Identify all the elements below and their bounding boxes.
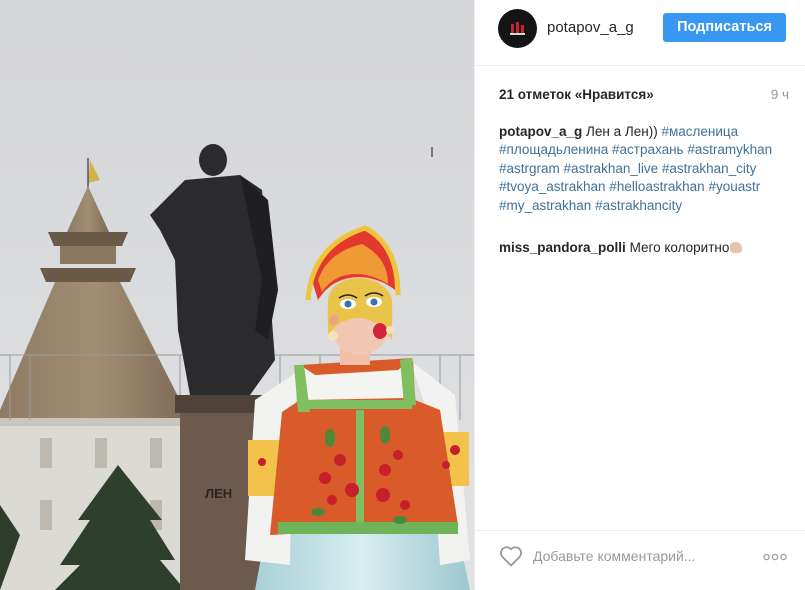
post-header: potapov_a_g Подписаться	[475, 0, 805, 66]
likes-count[interactable]: 21 отметок «Нравится»	[499, 87, 654, 102]
comment-text: Мего колоритно	[629, 240, 730, 255]
comment-input[interactable]	[533, 546, 748, 566]
pedestal-text: ЛЕН	[205, 486, 232, 501]
more-options-icon[interactable]	[763, 553, 787, 561]
hashtag-link[interactable]: #astramykhan	[687, 142, 772, 157]
hashtag-link[interactable]: #my_astrakhan	[499, 198, 591, 213]
post-caption: potapov_a_g Лен а Лен)) #масленица #площ…	[499, 123, 789, 215]
hashtag-link[interactable]: #astrakhan_live	[564, 161, 659, 176]
hashtag-link[interactable]: #helloastrakhan	[609, 179, 704, 194]
post-photo[interactable]: ЛЕН	[0, 0, 474, 590]
post-timestamp[interactable]: 9 ч	[771, 87, 789, 102]
hashtag-link[interactable]: #youastr	[708, 179, 760, 194]
avatar-icon	[510, 22, 525, 35]
follow-button[interactable]: Подписаться	[663, 13, 786, 42]
avatar[interactable]	[498, 9, 537, 48]
hashtag-link[interactable]: #астрахань	[612, 142, 684, 157]
likes-row: 21 отметок «Нравится» 9 ч	[499, 87, 789, 105]
clap-emoji-icon	[730, 242, 743, 253]
caption-text: Лен а Лен))	[586, 124, 658, 139]
post-username[interactable]: potapov_a_g	[547, 19, 634, 36]
hashtag-link[interactable]: #astrakhancity	[595, 198, 682, 213]
comment-username[interactable]: miss_pandora_polli	[499, 240, 626, 255]
hashtag-link[interactable]: #tvoya_astrakhan	[499, 179, 606, 194]
caption-username[interactable]: potapov_a_g	[499, 124, 582, 139]
hashtag-link[interactable]: #astrgram	[499, 161, 560, 176]
instagram-post-modal: ЛЕН potapov_a_g Подписаться 21 отметок «…	[0, 0, 805, 590]
post-details-panel: potapov_a_g Подписаться 21 отметок «Нрав…	[474, 0, 805, 590]
post-footer	[475, 530, 805, 590]
heart-icon[interactable]	[499, 545, 523, 567]
hashtag-link[interactable]: #масленица	[661, 124, 738, 139]
hashtag-link[interactable]: #площадьленина	[499, 142, 608, 157]
comment-item: miss_pandora_polli Мего колоритно	[499, 239, 789, 257]
hashtag-link[interactable]: #astrakhan_city	[662, 161, 757, 176]
